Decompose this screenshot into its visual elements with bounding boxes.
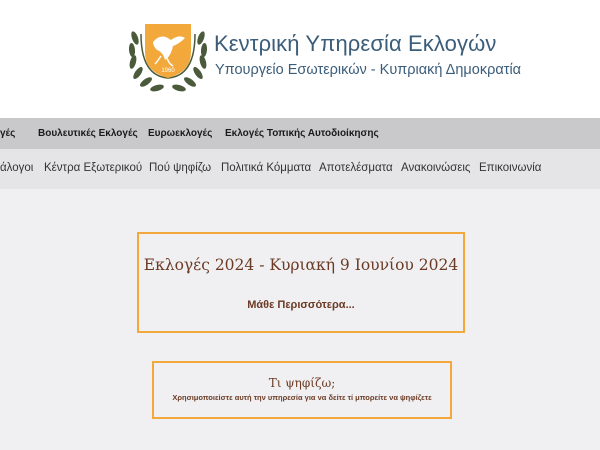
vote-card-description: Χρησιμοποιείστε αυτή την υπηρεσία για να… xyxy=(172,393,432,402)
nav-item-elections-partial[interactable]: γές xyxy=(0,128,15,139)
election-card-title: Εκλογές 2024 - Κυριακή 9 Ιουνίου 2024 xyxy=(143,256,459,274)
primary-nav: γές Βουλευτικές Εκλογές Ευρωεκλογές Εκλο… xyxy=(0,118,600,149)
nav-item-contact[interactable]: Επικοινωνία xyxy=(479,162,541,174)
learn-more-link[interactable]: Μάθε Περισσότερα... xyxy=(139,299,463,311)
cyprus-emblem-icon: 1960 xyxy=(128,24,208,92)
nav-item-overseas-centres[interactable]: Κέντρα Εξωτερικού xyxy=(44,162,142,174)
site-title[interactable]: Κεντρική Υπηρεσία Εκλογών xyxy=(214,31,496,57)
site-subtitle: Υπουργείο Εσωτερικών - Κυπριακή Δημοκρατ… xyxy=(215,62,522,78)
nav-item-announcements[interactable]: Ανακοινώσεις xyxy=(401,162,470,174)
election-card: Εκλογές 2024 - Κυριακή 9 Ιουνίου 2024 Μά… xyxy=(137,232,465,333)
nav-item-local-government[interactable]: Εκλογές Τοπικής Αυτοδιοίκησης xyxy=(225,128,379,139)
nav-item-political-parties[interactable]: Πολιτικά Κόμματα xyxy=(221,162,311,174)
site-header: 1960 Κεντρική Υπηρεσία Εκλογών Υπουργείο… xyxy=(0,0,600,118)
nav-item-where-vote[interactable]: Πού ψηφίζω xyxy=(149,162,211,174)
emblem-year: 1960 xyxy=(161,68,175,74)
nav-item-results[interactable]: Αποτελέσματα xyxy=(319,162,393,174)
nav-item-parliamentary[interactable]: Βουλευτικές Εκλογές xyxy=(38,128,138,139)
nav-item-euro-elections[interactable]: Ευρωεκλογές xyxy=(148,128,212,139)
nav-item-registers-partial[interactable]: άλογοι xyxy=(0,162,33,174)
vote-card-title[interactable]: Τι ψηφίζω; xyxy=(154,376,450,390)
what-do-i-vote-card[interactable]: Τι ψηφίζω; Χρησιμοποιείστε αυτή την υπηρ… xyxy=(152,361,452,419)
cyprus-emblem-logo[interactable]: 1960 xyxy=(127,16,209,96)
secondary-nav: άλογοι Κέντρα Εξωτερικού Πού ψηφίζω Πολι… xyxy=(0,149,600,189)
